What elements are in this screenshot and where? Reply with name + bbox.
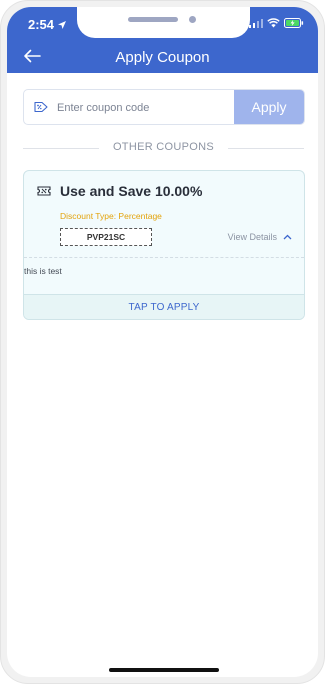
status-icons xyxy=(249,18,304,28)
phone-frame: 2:54 Apply Coupon Enter coupon code Appl… xyxy=(0,0,325,684)
front-camera xyxy=(189,16,196,23)
coupon-ticket-icon xyxy=(37,186,51,196)
coupon-title-row: Use and Save 10.00% xyxy=(36,183,202,199)
coupon-description: this is test xyxy=(24,266,62,276)
tag-icon xyxy=(34,101,48,113)
battery-charging-icon xyxy=(284,18,304,28)
coupon-code-badge: PVP21SC xyxy=(60,228,152,246)
other-coupons-label: OTHER COUPONS xyxy=(112,141,215,153)
app-header: 2:54 Apply Coupon xyxy=(7,7,318,73)
app-screen: 2:54 Apply Coupon Enter coupon code Appl… xyxy=(7,7,318,677)
coupon-card[interactable]: Use and Save 10.00% Discount Type: Perce… xyxy=(23,170,305,320)
home-indicator[interactable] xyxy=(109,668,219,672)
page-title: Apply Coupon xyxy=(115,49,210,66)
coupon-title: Use and Save 10.00% xyxy=(60,183,203,199)
location-arrow-icon xyxy=(58,20,67,29)
chevron-up-icon xyxy=(283,234,292,240)
status-time-text: 2:54 xyxy=(28,17,55,32)
divider-line-right xyxy=(228,148,304,149)
tap-to-apply-button[interactable]: TAP TO APPLY xyxy=(24,294,304,319)
device-notch xyxy=(77,7,250,38)
status-time: 2:54 xyxy=(28,17,67,32)
wifi-icon xyxy=(267,18,280,28)
discount-type: Discount Type: Percentage xyxy=(60,211,162,221)
other-coupons-divider: OTHER COUPONS xyxy=(23,141,304,155)
signal-icon xyxy=(249,19,263,28)
view-details-label: View Details xyxy=(227,232,277,242)
card-separator xyxy=(24,257,304,258)
apply-coupon-button[interactable]: Apply xyxy=(234,90,304,124)
view-details-toggle[interactable]: View Details xyxy=(228,232,292,242)
coupon-code-input[interactable] xyxy=(55,90,249,124)
speaker-grille xyxy=(128,17,178,22)
coupon-entry-row: Apply xyxy=(23,89,305,125)
